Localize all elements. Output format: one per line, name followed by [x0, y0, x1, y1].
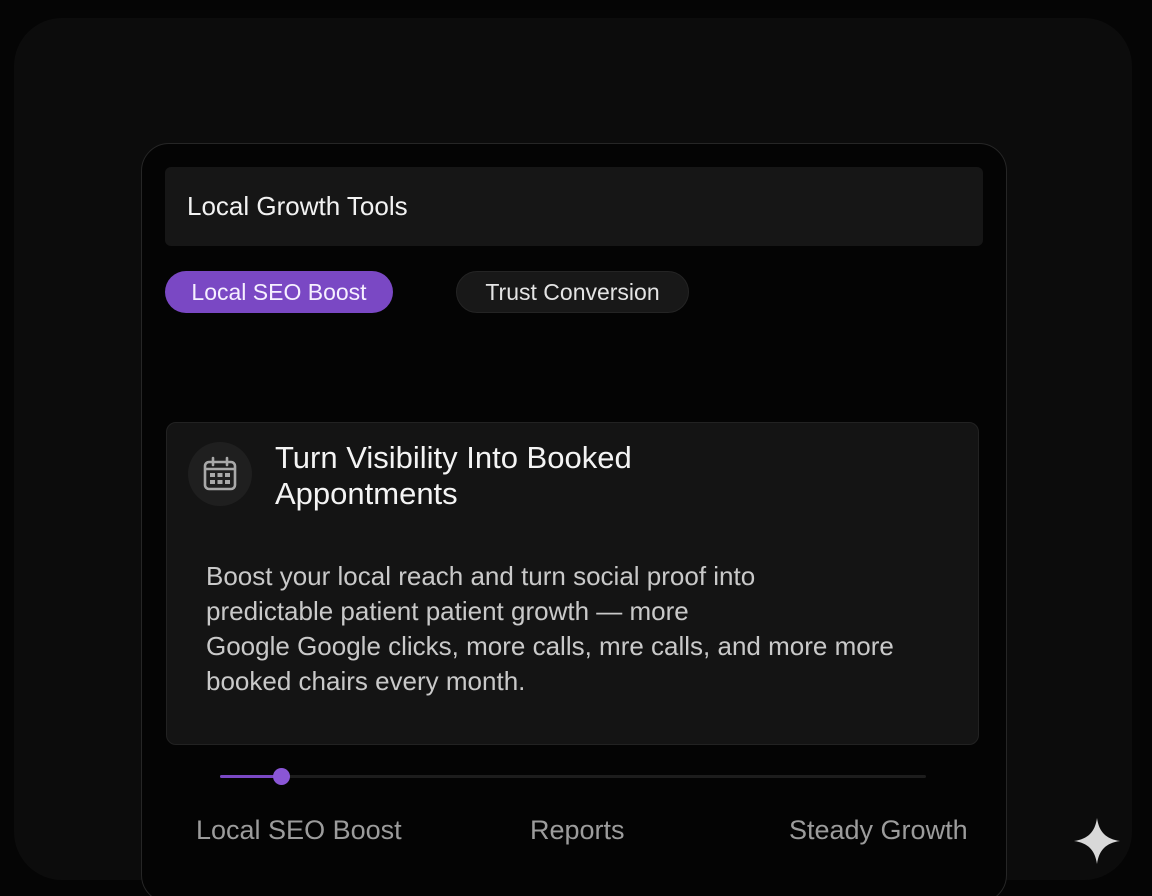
tab-local-seo-boost[interactable]: Local SEO Boost: [165, 271, 393, 313]
panel-title: Local Growth Tools: [187, 191, 408, 221]
tab-label: Trust Conversion: [485, 278, 660, 305]
progress-slider[interactable]: [220, 768, 926, 785]
card-description-line: booked chairs every month.: [206, 666, 526, 696]
nav-item-local-seo-boost[interactable]: Local SEO Boost: [196, 815, 402, 846]
card-title-line: Turn Visibility Into Booked: [275, 440, 632, 475]
panel-header: Local Growth Tools: [165, 167, 983, 246]
card-description: Boost your local reach and turn social p…: [206, 559, 946, 699]
nav-item-steady-growth[interactable]: Steady Growth: [789, 815, 968, 846]
tab-trust-conversion[interactable]: Trust Conversion: [456, 271, 689, 313]
progress-fill: [220, 775, 282, 778]
card-title-line: Appontments: [275, 476, 458, 511]
tab-label: Local SEO Boost: [191, 278, 367, 305]
nav-item-reports[interactable]: Reports: [530, 815, 625, 846]
calendar-icon: [188, 442, 252, 506]
card-description-line: Boost your local reach and turn social p…: [206, 561, 756, 591]
sparkle-icon: [1072, 816, 1122, 866]
card-description-line: predictable patient patient growth — mor…: [206, 596, 689, 626]
card-title: Turn Visibility Into Booked Appontments: [275, 440, 795, 512]
card-description-line: Google Google clicks, more calls, mre ca…: [206, 631, 894, 661]
